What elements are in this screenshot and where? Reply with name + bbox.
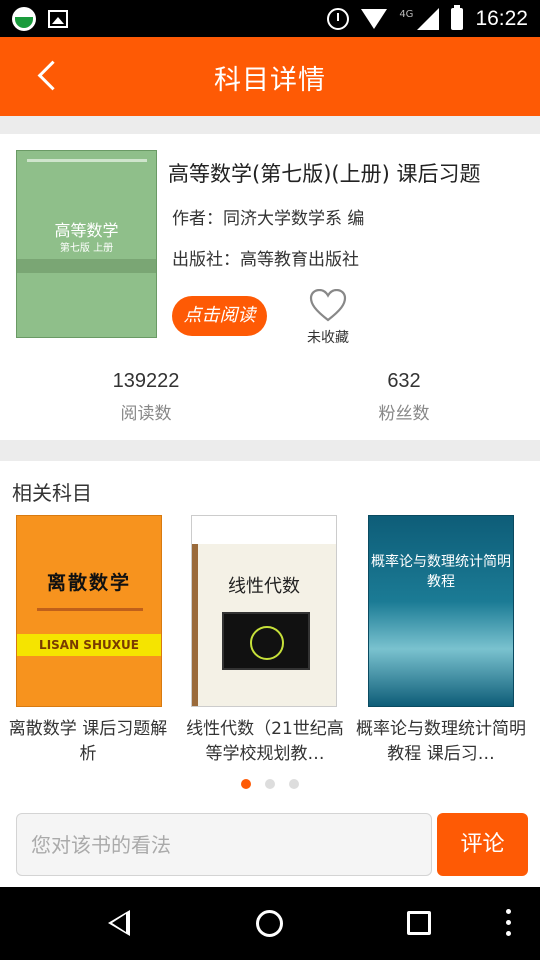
wifi-icon: [361, 9, 388, 29]
signal-icon: [417, 8, 440, 30]
comment-bar: 评论: [0, 801, 540, 887]
fans-label: 粉丝数: [378, 404, 430, 424]
book-author: 作者：同济大学数学系 编: [172, 209, 365, 229]
pager-dots: [0, 779, 540, 789]
cover-rule: [37, 608, 143, 611]
image-icon: [48, 10, 68, 28]
book-publisher: 出版社：高等教育出版社: [172, 250, 359, 270]
book-detail-card: 高等数学 第七版 上册 高等数学(第七版)(上册) 课后习题 作者：同济大学数学…: [0, 134, 540, 440]
pager-dot[interactable]: [289, 779, 299, 789]
page-title: 科目详情: [214, 65, 326, 96]
related-name[interactable]: 离散数学 课后习题解析: [3, 717, 173, 767]
cover-title: 线性代数: [228, 576, 300, 597]
network-type: 4G: [399, 8, 414, 20]
cover-title: 离散数学: [46, 572, 131, 594]
fans-count: 632: [387, 370, 421, 392]
section-title: 相关科目: [12, 481, 92, 505]
nav-back-icon[interactable]: [108, 910, 130, 936]
cover-title: 概率论与数理统计简明教程: [371, 554, 511, 590]
battery-icon: [451, 5, 464, 30]
book-title: 高等数学(第七版)(上册) 课后习题: [168, 162, 481, 186]
related-section: 相关科目 离散数学 LISAN SHUXUE 离散数学 课后习题解析 线性代数 …: [0, 461, 540, 801]
favorite-label: 未收藏: [307, 330, 349, 346]
nav-recents-icon[interactable]: [407, 911, 431, 935]
status-bar: 4G 16:22: [0, 0, 540, 37]
related-name[interactable]: 线性代数（21世纪高等学校规划教…: [180, 717, 350, 767]
more-vertical-icon[interactable]: [506, 909, 511, 939]
heart-icon: [309, 289, 347, 322]
status-time: 16:22: [475, 7, 528, 30]
nav-home-icon[interactable]: [256, 910, 283, 937]
related-cover[interactable]: 离散数学 LISAN SHUXUE: [16, 515, 162, 707]
favorite-button[interactable]: 未收藏: [300, 289, 356, 347]
related-name[interactable]: 概率论与数理统计简明教程 课后习…: [356, 717, 526, 767]
reads-stat: 139222 阅读数: [46, 370, 246, 424]
cover-band: LISAN SHUXUE: [17, 634, 161, 656]
app-icon: [12, 7, 36, 31]
comment-button[interactable]: 评论: [437, 813, 528, 876]
cover-band: [17, 259, 156, 273]
related-cover[interactable]: 线性代数: [191, 515, 337, 707]
related-cover[interactable]: 概率论与数理统计简明教程: [368, 515, 514, 707]
comment-input[interactable]: [16, 813, 432, 876]
reads-count: 139222: [112, 370, 180, 392]
app-header: 科目详情: [0, 37, 540, 116]
book-cover[interactable]: 高等数学 第七版 上册: [16, 150, 157, 338]
cover-spine: [192, 544, 198, 706]
reads-label: 阅读数: [120, 404, 172, 424]
alarm-icon: [327, 8, 350, 30]
cover-title: 高等数学: [54, 221, 119, 240]
cover-subtitle: 第七版 上册: [59, 243, 114, 254]
system-nav-bar: [0, 887, 540, 960]
pager-dot[interactable]: [265, 779, 275, 789]
cover-header: [192, 516, 336, 544]
cover-stripe: [27, 159, 147, 162]
pager-dot[interactable]: [241, 779, 251, 789]
fans-stat: 632 粉丝数: [304, 370, 504, 424]
read-button[interactable]: 点击阅读: [172, 296, 267, 336]
cover-illustration: [222, 612, 310, 670]
